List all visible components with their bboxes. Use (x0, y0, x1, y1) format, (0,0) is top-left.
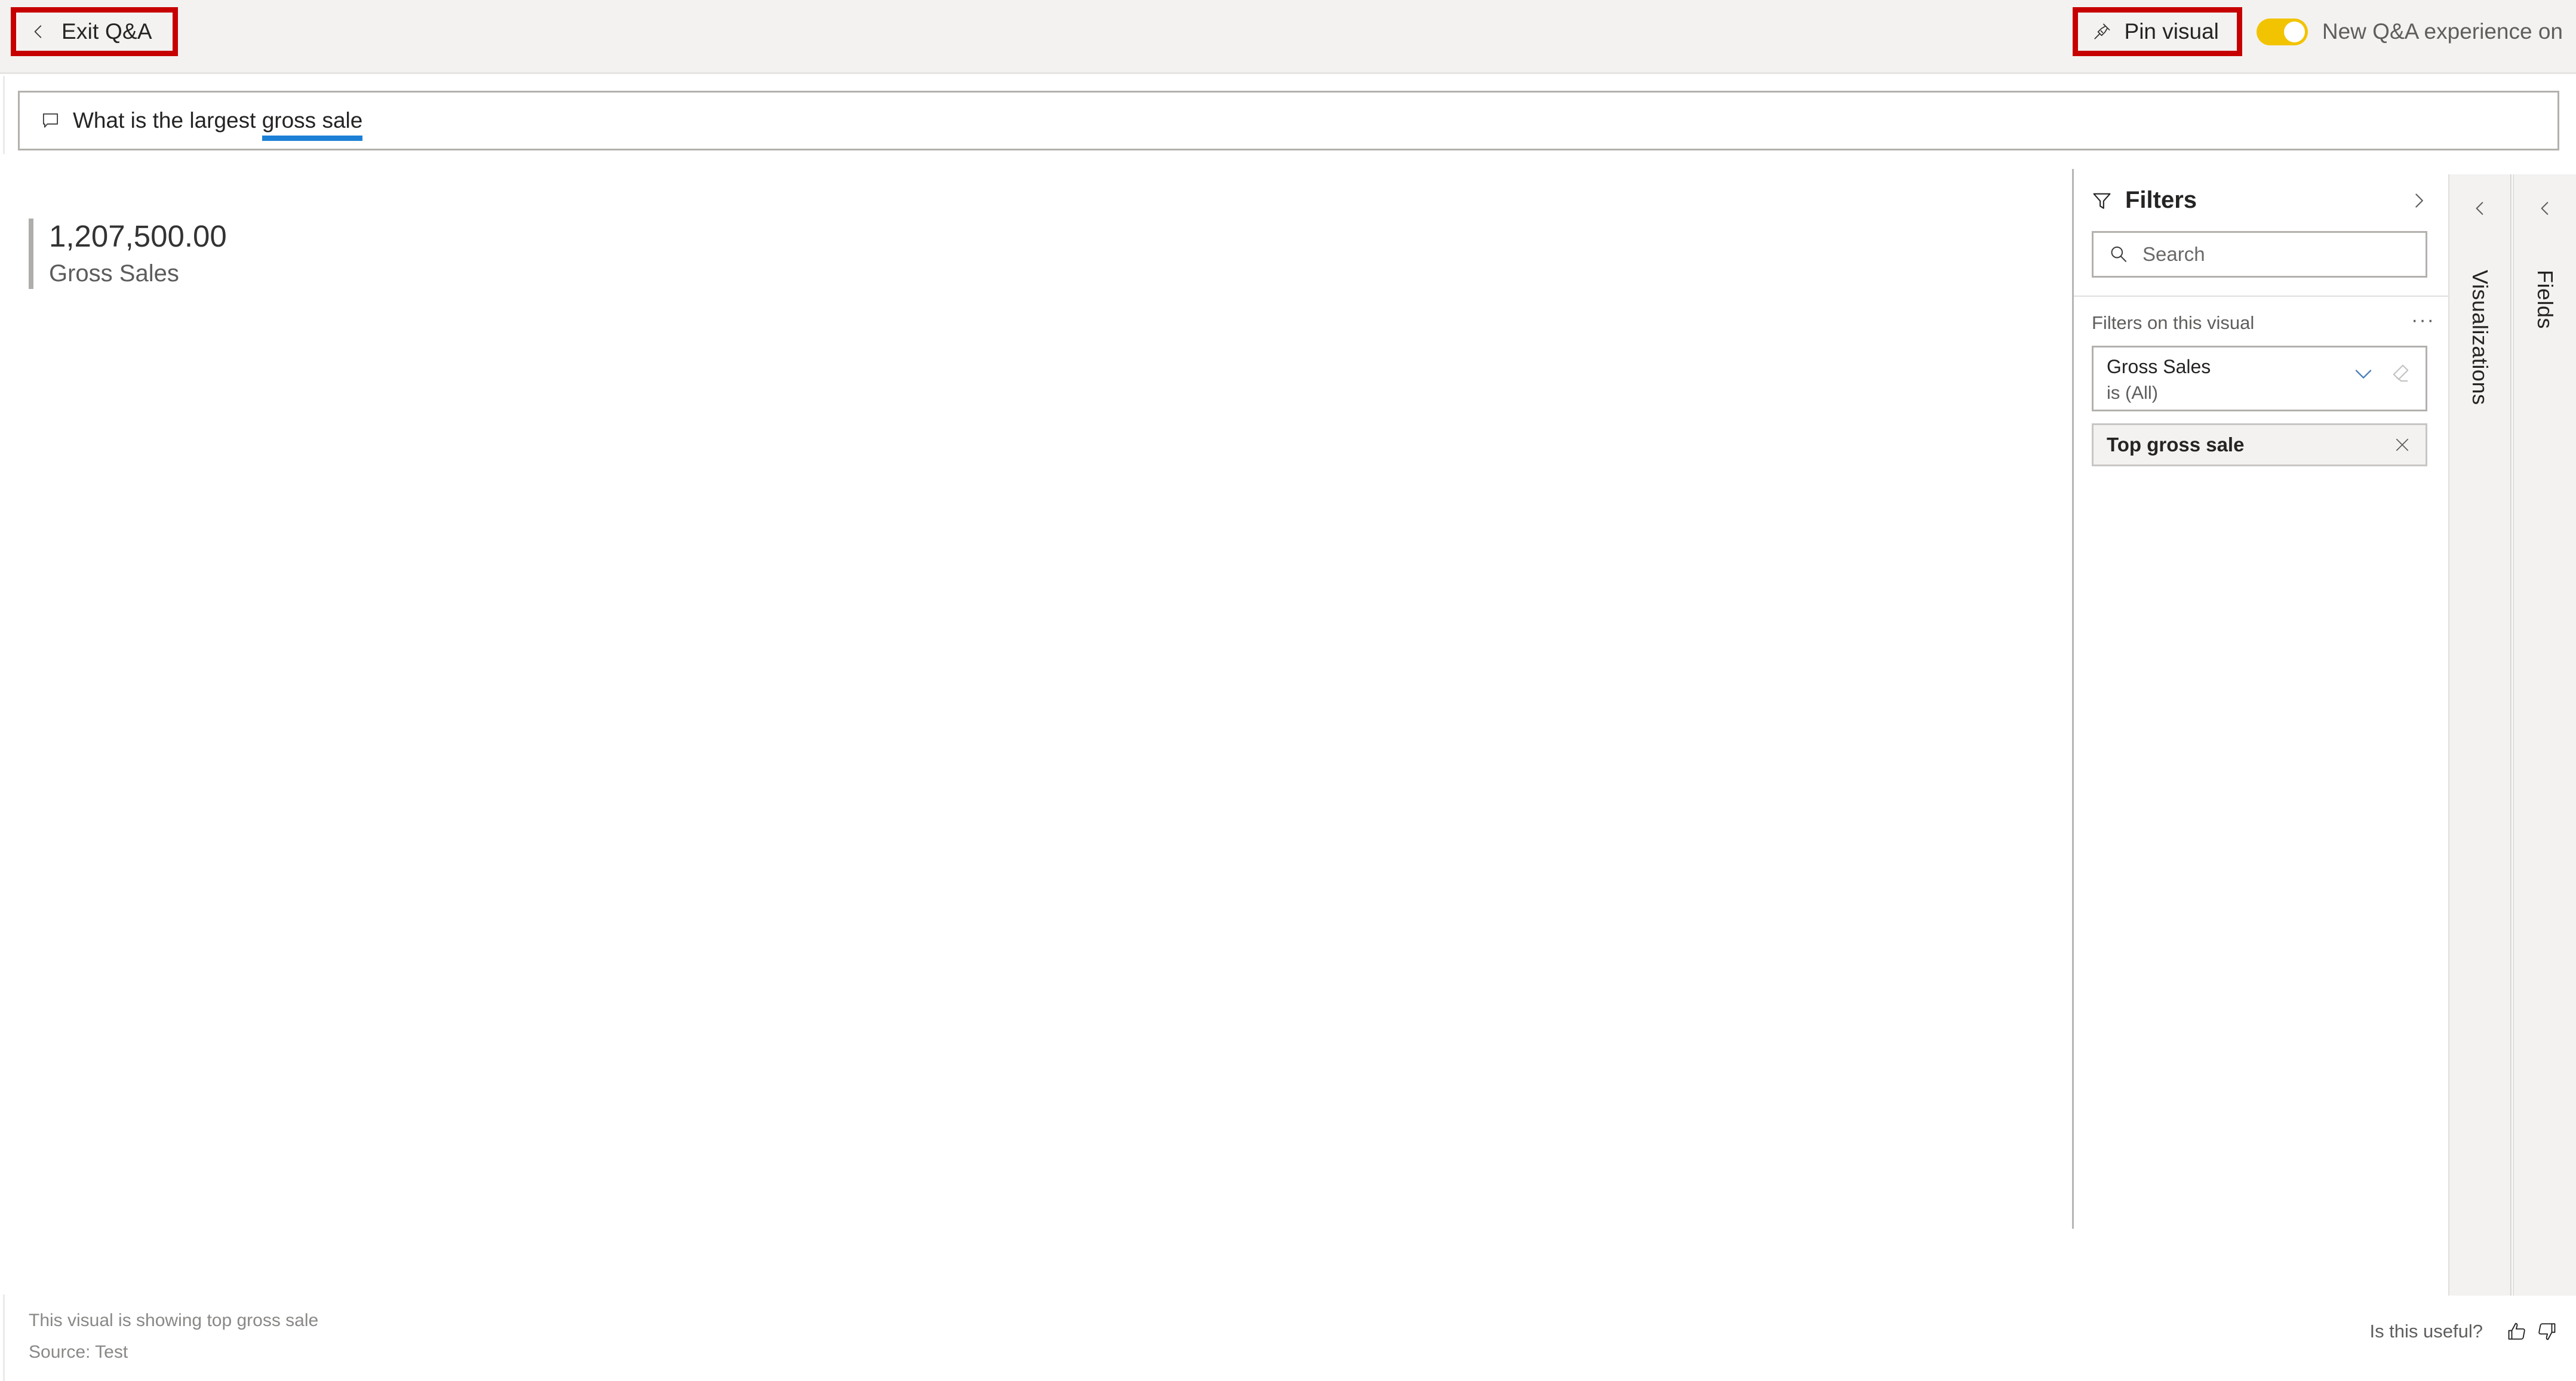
filter-card-condition: is (All) (2107, 382, 2159, 403)
filters-title: Filters (2125, 187, 2197, 213)
question-prefix: What is the largest (73, 108, 262, 133)
filters-divider (2074, 296, 2448, 297)
feedback-label: Is this useful? (2369, 1321, 2483, 1342)
fields-pane-collapsed[interactable]: Fields (2513, 174, 2576, 1296)
chevron-left-icon[interactable] (2472, 201, 2488, 216)
chevron-left-icon (34, 25, 42, 38)
filters-search-placeholder: Search (2142, 243, 2205, 265)
filters-header: Filters (2092, 187, 2432, 214)
toolbar-left-group: Exit Q&A (11, 7, 178, 56)
toggle-knob (2283, 21, 2305, 42)
chevron-right-icon[interactable] (2411, 192, 2427, 209)
filter-card-field: Gross Sales (2107, 356, 2211, 377)
eraser-icon[interactable] (2390, 363, 2410, 383)
exit-qa-label: Exit Q&A (62, 19, 152, 44)
chevron-down-icon[interactable] (2354, 364, 2373, 383)
toggle-track (2256, 18, 2308, 45)
question-input[interactable]: What is the largest gross sale (18, 91, 2559, 150)
exit-qa-button[interactable]: Exit Q&A (11, 7, 178, 56)
filters-pane: Filters Search Filters on this visual ··… (2072, 169, 2448, 1229)
feedback-row: Is this useful? (2369, 1321, 2557, 1342)
pin-icon (2094, 23, 2110, 39)
toolbar-right-group: Pin visual New Q&A experience on (2072, 7, 2563, 56)
card-value: 1,207,500.00 (49, 219, 227, 253)
new-qa-experience-toggle[interactable]: New Q&A experience on (2256, 18, 2563, 45)
filter-chip-top-gross-sale[interactable]: Top gross sale (2092, 423, 2427, 466)
visual-description: This visual is showing top gross sale So… (29, 1305, 318, 1368)
question-entity[interactable]: gross sale (262, 108, 363, 141)
filter-card-gross-sales[interactable]: Gross Sales is (All) (2092, 346, 2427, 411)
visual-description-line1: This visual is showing top gross sale (29, 1311, 319, 1330)
comment-bubble-icon (42, 113, 59, 128)
filters-more-options-button[interactable]: ··· (2411, 310, 2435, 330)
pin-visual-button[interactable]: Pin visual (2072, 7, 2242, 56)
search-icon (2111, 246, 2126, 262)
thumbs-down-icon[interactable] (2537, 1321, 2557, 1342)
chevron-left-icon[interactable] (2537, 201, 2553, 216)
top-toolbar: Exit Q&A Pin visual New Q&A experience o… (0, 0, 2576, 74)
card-body: 1,207,500.00 Gross Sales (49, 219, 227, 289)
card-visual[interactable]: 1,207,500.00 Gross Sales (29, 219, 227, 290)
close-icon[interactable] (2394, 437, 2410, 453)
filter-chip-label: Top gross sale (2107, 433, 2245, 456)
new-qa-experience-label: New Q&A experience on (2322, 19, 2563, 44)
visual-canvas: 1,207,500.00 Gross Sales (0, 154, 2070, 1294)
funnel-icon (2093, 193, 2111, 209)
question-text: What is the largest gross sale (73, 108, 363, 141)
filters-section-title: Filters on this visual (2092, 312, 2255, 333)
visualizations-pane-collapsed[interactable]: Visualizations (2448, 174, 2512, 1296)
visualizations-pane-title: Visualizations (2468, 270, 2492, 405)
card-label: Gross Sales (49, 260, 179, 287)
fields-pane-title: Fields (2533, 270, 2557, 330)
pin-visual-label: Pin visual (2124, 19, 2219, 44)
thumbs-up-icon[interactable] (2507, 1321, 2527, 1342)
card-accent-bar (29, 219, 33, 290)
filters-search-input[interactable]: Search (2092, 231, 2427, 278)
visual-source-line: Source: Test (29, 1342, 128, 1362)
